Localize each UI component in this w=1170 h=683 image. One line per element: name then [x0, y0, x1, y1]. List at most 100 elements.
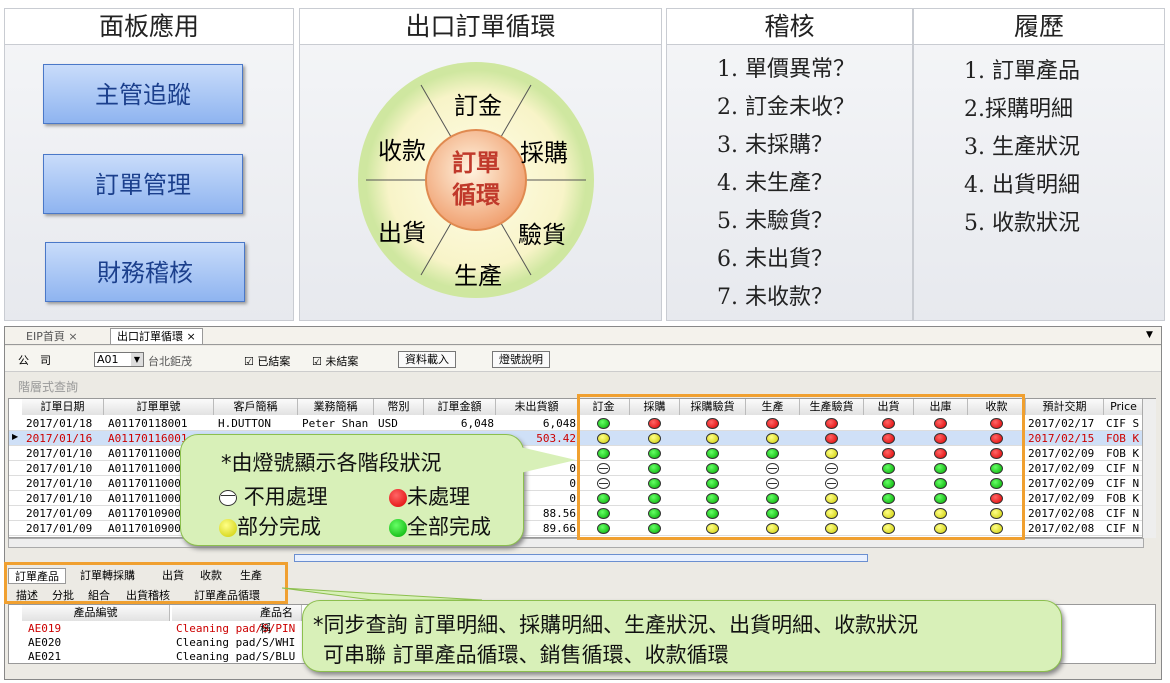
query-callout: *同步查詢 訂單明細、採購明細、生產狀況、出貨明細、收款狀況 可串聯 訂單產品循… — [302, 600, 1062, 672]
cell-date[interactable]: 2017/01/10 — [26, 447, 102, 460]
load-data-button[interactable]: 資料載入 — [398, 351, 456, 368]
cell-date[interactable]: 2017/01/09 — [26, 522, 102, 535]
panel-title: 稽核 — [667, 9, 912, 45]
cycle-center-label: 訂單 循環 — [446, 147, 506, 211]
segment-deposit[interactable]: 訂金 — [454, 86, 502, 121]
cell-date[interactable]: 2017/01/18 — [26, 417, 102, 430]
history-list: 1. 訂單產品 2.採購明細 3. 生產狀況 4. 出貨明細 5. 收款狀況 — [964, 53, 1080, 243]
cycle-center-line1: 訂單 — [452, 149, 500, 177]
segment-collection[interactable]: 收款 — [378, 131, 426, 166]
col-header[interactable]: 未出貨額 — [496, 399, 578, 415]
cell-due[interactable]: 2017/02/08 — [1028, 522, 1094, 535]
cell-price[interactable]: FOB K — [1106, 447, 1142, 460]
product-name[interactable]: Cleaning pad/S/PIN — [176, 622, 304, 635]
company-code: A01 — [97, 353, 119, 366]
query-callout-line2: 可串聯 訂單產品循環、銷售循環、收款循環 — [323, 643, 729, 667]
legend-unprocessed: 未處理 — [389, 481, 470, 511]
chevron-down-icon[interactable]: ▼ — [1146, 330, 1153, 340]
not-applicable-icon — [219, 490, 237, 506]
cell-amt[interactable]: 6,048 — [428, 417, 494, 430]
order-management-button[interactable]: 訂單管理 — [43, 154, 243, 214]
panel-title: 面板應用 — [5, 9, 293, 45]
callout1-pointer — [516, 446, 576, 474]
col-header[interactable]: 訂單金額 — [424, 399, 496, 415]
cell-due[interactable]: 2017/02/09 — [1028, 477, 1094, 490]
chevron-down-icon[interactable]: ▼ — [131, 353, 143, 366]
legend-partial: 部分完成 — [219, 511, 321, 541]
cell-un[interactable]: 6,048 — [500, 417, 576, 430]
col-product-code[interactable]: 產品編號 — [22, 605, 170, 621]
product-code[interactable]: AE020 — [28, 636, 61, 649]
green-light-icon — [389, 519, 407, 537]
cell-no[interactable]: A01170118001 — [108, 417, 212, 430]
cell-price[interactable]: CIF N — [1106, 477, 1142, 490]
col-header[interactable]: 客戶簡稱 — [214, 399, 298, 415]
history-item: 2.採購明細 — [964, 97, 1073, 122]
cell-sales[interactable]: Peter Shan — [302, 417, 372, 430]
supervisor-tracking-button[interactable]: 主管追蹤 — [43, 64, 243, 124]
segment-production[interactable]: 生產 — [454, 256, 502, 291]
cell-date[interactable]: 2017/01/10 — [26, 492, 102, 505]
panel-apps: 面板應用 主管追蹤 訂單管理 財務稽核 — [4, 8, 294, 321]
col-header[interactable]: 預計交期 — [1026, 399, 1104, 415]
cell-due[interactable]: 2017/02/08 — [1028, 507, 1094, 520]
col-header[interactable]: Price — [1104, 399, 1144, 415]
cell-price[interactable]: CIF N — [1106, 522, 1142, 535]
legend-label: 全部完成 — [407, 515, 491, 539]
open-checkbox[interactable]: ☑ 未結案 — [312, 353, 358, 369]
cell-price[interactable]: FOB K — [1106, 492, 1142, 505]
cell-cur[interactable]: USD — [378, 417, 422, 430]
cell-due[interactable]: 2017/02/09 — [1028, 462, 1094, 475]
grid-vscrollbar[interactable] — [1142, 399, 1156, 538]
history-item: 1. 訂單產品 — [964, 59, 1080, 84]
cell-date[interactable]: 2017/01/10 — [26, 477, 102, 490]
cell-due[interactable]: 2017/02/17 — [1028, 417, 1094, 430]
legend-button[interactable]: 燈號說明 — [492, 351, 550, 368]
segment-shipping[interactable]: 出貨 — [378, 213, 426, 248]
red-light-icon — [389, 489, 407, 507]
product-code[interactable]: AE021 — [28, 650, 61, 663]
legend-no-action: 不用處理 — [219, 481, 328, 511]
audit-item: 5. 未驗貨？ — [717, 209, 833, 234]
product-name[interactable]: Cleaning pad/S/WHI — [176, 636, 304, 649]
segment-purchase[interactable]: 採購 — [520, 133, 568, 168]
splitter[interactable] — [294, 554, 868, 562]
col-header[interactable]: 業務簡稱 — [298, 399, 374, 415]
tab-export-order-cycle[interactable]: 出口訂單循環 × — [110, 328, 203, 344]
cell-cust[interactable]: H.DUTTON — [218, 417, 296, 430]
cycle-center-line2: 循環 — [452, 181, 500, 209]
audit-item: 7. 未收款？ — [717, 285, 833, 310]
col-header[interactable]: 幣別 — [374, 399, 424, 415]
cell-due[interactable]: 2017/02/09 — [1028, 492, 1094, 505]
legend-callout-title: *由燈號顯示各階段狀況 — [221, 451, 442, 475]
cell-price[interactable]: FOB K — [1106, 432, 1142, 445]
product-name[interactable]: Cleaning pad/S/BLU — [176, 650, 304, 663]
product-code[interactable]: AE019 — [28, 622, 61, 635]
cell-date[interactable]: 2017/01/10 — [26, 462, 102, 475]
cell-price[interactable]: CIF N — [1106, 507, 1142, 520]
current-row-marker-icon: ▶ — [12, 432, 19, 441]
cell-price[interactable]: CIF N — [1106, 462, 1142, 475]
finance-audit-button[interactable]: 財務稽核 — [45, 242, 245, 302]
col-header[interactable]: 訂單單號 — [104, 399, 214, 415]
col-header[interactable]: 訂單日期 — [22, 399, 104, 415]
segment-inspection[interactable]: 驗貨 — [518, 215, 566, 250]
query-callout-line1: *同步查詢 訂單明細、採購明細、生產狀況、出貨明細、收款狀況 — [313, 613, 919, 637]
history-item: 5. 收款狀況 — [964, 211, 1080, 236]
panel-title: 履歷 — [914, 9, 1164, 45]
company-code-select[interactable]: A01 ▼ — [94, 352, 144, 367]
legend-label: 不用處理 — [243, 485, 328, 509]
history-item: 4. 出貨明細 — [964, 173, 1080, 198]
cell-date[interactable]: 2017/01/09 — [26, 507, 102, 520]
cell-date[interactable]: 2017/01/16 — [26, 432, 102, 445]
audit-item: 3. 未採購？ — [717, 133, 833, 158]
cell-price[interactable]: CIF S — [1106, 417, 1142, 430]
cell-due[interactable]: 2017/02/09 — [1028, 447, 1094, 460]
closed-checkbox[interactable]: ☑ 已結案 — [244, 353, 290, 369]
company-label: 公 司 — [18, 354, 51, 367]
cell-due[interactable]: 2017/02/15 — [1028, 432, 1094, 445]
legend-label: 未處理 — [407, 485, 470, 509]
audit-item: 2. 訂金未收？ — [717, 95, 855, 120]
tab-eip-home[interactable]: EIP首頁 × — [20, 329, 84, 345]
audit-item: 6. 未出貨？ — [717, 247, 833, 272]
